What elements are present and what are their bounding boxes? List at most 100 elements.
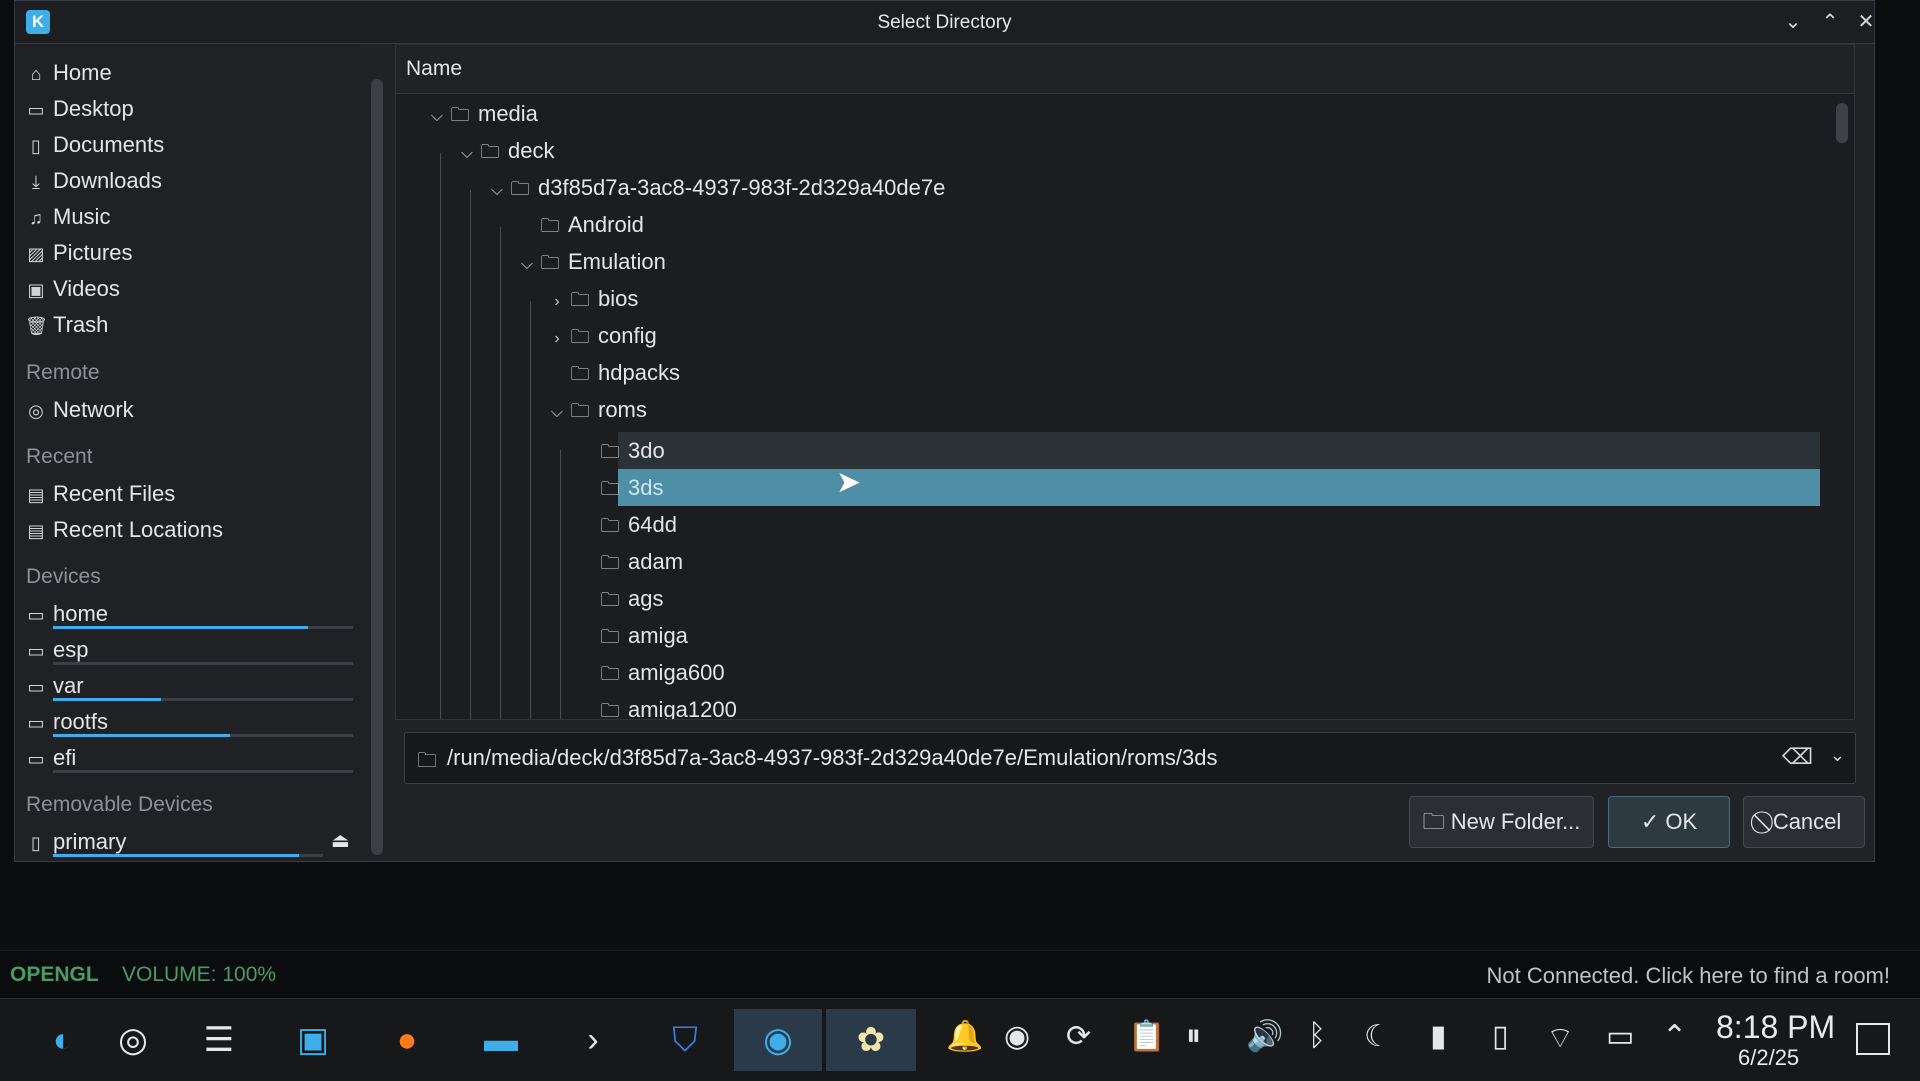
place-desktop[interactable]: ▭ Desktop [25, 93, 133, 125]
folder-icon: 🗀 [600, 701, 620, 720]
clipboard-icon[interactable]: 📋 [1128, 1019, 1165, 1054]
media-pause-icon[interactable]: ⏸ [1186, 1019, 1201, 1053]
tree-row-android[interactable]: 🗀 Android [516, 206, 643, 243]
tree-row-config[interactable]: › 🗀 config [546, 317, 656, 357]
chevron-down-icon[interactable]: ⌵ [486, 172, 508, 209]
place-trash[interactable]: 🗑 Trash [25, 309, 108, 341]
firefox-icon[interactable]: ● [376, 1009, 438, 1071]
show-desktop-button[interactable] [1856, 1023, 1890, 1055]
tree-row-roms[interactable]: ⌵ 🗀 roms [546, 391, 647, 428]
place-recent-locations[interactable]: ▤ Recent Locations [25, 514, 223, 546]
tree-guide [470, 190, 471, 719]
new-folder-button[interactable]: 🗀 New Folder... [1409, 796, 1594, 848]
tree-row-64dd[interactable]: 🗀 64dd [576, 506, 676, 543]
usb-drive-icon: ▯ [31, 833, 41, 853]
tree-row-emulation[interactable]: ⌵ 🗀 Emulation [516, 243, 666, 280]
mouse-cursor-icon: ➤ [836, 466, 862, 499]
documents-icon: ▯ [31, 136, 41, 156]
tree-row-3ds[interactable]: 🗀 3ds [576, 469, 663, 506]
place-recent-files[interactable]: ▤ Recent Files [25, 478, 175, 510]
place-music[interactable]: ♫ Music [25, 201, 110, 233]
drive-icon: ▭ [27, 641, 45, 661]
netplay-status[interactable]: Not Connected. Click here to find a room… [1486, 963, 1890, 989]
place-network[interactable]: ◎ Network [25, 394, 134, 426]
close-button[interactable]: ✕ [1853, 9, 1879, 35]
clock-time[interactable]: 8:18 PM [1716, 1009, 1835, 1046]
row-hover-bg [618, 432, 1820, 469]
sd-card-icon[interactable]: ▮ [1430, 1019, 1447, 1054]
downloads-icon: ⤓ [32, 172, 40, 192]
battery-icon[interactable]: ▭ [1606, 1019, 1634, 1054]
volume-label: VOLUME: 100% [122, 963, 277, 986]
tree-row-ags[interactable]: 🗀 ags [576, 580, 663, 617]
place-videos[interactable]: ▣ Videos [25, 273, 119, 305]
folder-icon: 🗀 [570, 327, 590, 348]
eject-icon[interactable]: ⏏ [331, 828, 350, 853]
chevron-right-icon[interactable]: › [546, 283, 568, 320]
volume-icon[interactable]: 🔊 [1246, 1019, 1283, 1054]
tree-row-amiga1200[interactable]: 🗀 amiga1200 [576, 691, 736, 720]
desktop-icon: ▭ [27, 100, 45, 120]
update-icon[interactable]: ⟳ [1066, 1019, 1091, 1054]
tree-row-adam[interactable]: 🗀 adam [576, 543, 683, 580]
tree-row-bios[interactable]: › 🗀 bios [546, 280, 638, 317]
terminal-icon[interactable]: › [562, 1009, 624, 1071]
drive-icon: ▭ [27, 605, 45, 625]
chevron-right-icon[interactable]: › [546, 320, 568, 357]
wifi-icon[interactable]: ⌔ [1546, 1019, 1574, 1057]
title-bar: K Select Directory ⌄ ⌃ ✕ [15, 1, 1874, 44]
tree-row-hdpacks[interactable]: 🗀 hdpacks [546, 354, 679, 391]
emulator-status-bar: OPENGL VOLUME: 100% Not Connected. Click… [0, 950, 1920, 999]
bluetooth-icon[interactable]: ᛒ [1308, 1019, 1326, 1053]
tree-row-amiga[interactable]: 🗀 amiga [576, 617, 687, 654]
clock-date[interactable]: 6/2/25 [1738, 1045, 1799, 1071]
tree-guide [500, 227, 501, 719]
path-field[interactable]: 🗀 /run/media/deck/d3f85d7a-3ac8-4937-983… [404, 732, 1856, 784]
tree-row-volume[interactable]: ⌵ 🗀 d3f85d7a-3ac8-4937-983f-2d329a40de7e [486, 169, 945, 206]
path-value[interactable]: /run/media/deck/d3f85d7a-3ac8-4937-983f-… [447, 745, 1218, 771]
folder-icon: 🗀 [600, 590, 620, 611]
tree-row-media[interactable]: ⌵ 🗀 media [426, 95, 538, 132]
steam-icon[interactable]: ◉ [734, 1009, 822, 1071]
chevron-down-icon[interactable]: ⌵ [546, 394, 568, 431]
drive-icon: ▭ [27, 749, 45, 769]
emulator-app-icon[interactable]: ✿ [826, 1009, 916, 1071]
place-documents[interactable]: ▯ Documents [25, 129, 164, 161]
night-color-icon[interactable]: ☾ [1364, 1019, 1391, 1054]
place-home[interactable]: ⌂ Home [25, 57, 112, 89]
select-directory-dialog: K Select Directory ⌄ ⌃ ✕ ⌂ Home ▭ Desktop … [14, 0, 1875, 862]
system-settings-icon[interactable]: ☰ [188, 1009, 250, 1071]
steam-tray-icon[interactable]: ◉ [1004, 1019, 1030, 1054]
notifications-icon[interactable]: 🔔 [946, 1019, 983, 1054]
renderer-label: OPENGL [10, 963, 99, 986]
tree-guide [560, 450, 561, 719]
app-launcher-icon[interactable]: ◐ [32, 1009, 94, 1071]
cancel-button[interactable]: ⃠ Cancel [1743, 796, 1865, 848]
device-home-usage [53, 626, 353, 629]
tree-row-3do[interactable]: 🗀 3do [576, 432, 664, 469]
places-scrollbar[interactable] [371, 79, 383, 855]
pictures-icon: ▨ [27, 244, 45, 264]
place-downloads[interactable]: ⤓ Downloads [25, 165, 162, 197]
name-column-header[interactable]: Name [406, 57, 462, 81]
chevron-down-icon[interactable]: ⌵ [426, 98, 448, 135]
maximize-button[interactable]: ⌃ [1817, 9, 1843, 35]
discover-store-icon[interactable]: ▣ [282, 1009, 344, 1071]
minimize-button[interactable]: ⌄ [1780, 9, 1806, 35]
place-pictures[interactable]: ▨ Pictures [25, 237, 132, 269]
tree-row-amiga600[interactable]: 🗀 amiga600 [576, 654, 724, 691]
tree-row-deck[interactable]: ⌵ 🗀 deck [456, 132, 555, 172]
chevron-down-icon[interactable]: ⌵ [456, 135, 478, 172]
ok-button[interactable]: ✓ OK [1608, 796, 1730, 848]
trash-icon: 🗑 [25, 316, 48, 336]
kde-connect-icon[interactable]: ◎ [102, 1009, 164, 1071]
folder-icon: 🗀 [570, 401, 590, 422]
chevron-down-icon[interactable]: ⌄ [1830, 745, 1845, 766]
chevron-up-icon[interactable]: ⌃ [1662, 1019, 1687, 1054]
clear-text-icon[interactable]: ⌫ [1782, 744, 1813, 770]
tree-scrollbar[interactable] [1836, 103, 1848, 143]
file-manager-icon[interactable]: ▬ [470, 1009, 532, 1071]
chevron-down-icon[interactable]: ⌵ [516, 246, 538, 283]
bitwarden-icon[interactable]: ⛉ [654, 1009, 716, 1071]
device-icon[interactable]: ▯ [1492, 1019, 1509, 1054]
